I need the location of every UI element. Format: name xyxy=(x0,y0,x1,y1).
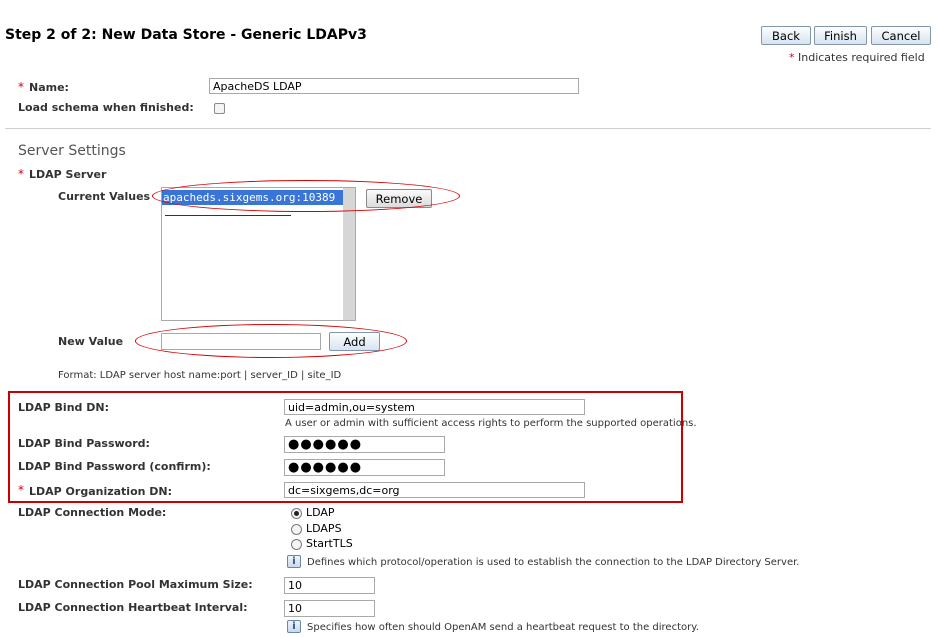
list-separator xyxy=(165,215,291,216)
connection-mode-label: LDAP Connection Mode: xyxy=(18,506,167,519)
info-icon: i xyxy=(287,555,301,568)
current-values-label: Current Values xyxy=(58,190,151,203)
divider xyxy=(5,128,931,129)
radio-starttls-label: StartTLS xyxy=(306,537,353,550)
bind-dn-field[interactable]: uid=admin,ou=system xyxy=(284,399,585,415)
load-schema-label: Load schema when finished: xyxy=(18,101,194,114)
pool-size-field[interactable]: 10 xyxy=(284,577,375,594)
radio-ldaps-label: LDAPS xyxy=(306,522,342,535)
bind-password-field[interactable]: ●●●●●● xyxy=(284,436,445,453)
radio-ldaps[interactable] xyxy=(291,524,302,535)
name-field[interactable]: ApacheDS LDAP xyxy=(209,78,579,94)
bind-password-label: LDAP Bind Password: xyxy=(18,437,150,450)
back-button[interactable]: Back xyxy=(761,26,811,45)
finish-button[interactable]: Finish xyxy=(814,26,867,45)
heartbeat-hint: Specifies how often should OpenAM send a… xyxy=(307,622,699,633)
required-asterisk: * xyxy=(18,483,24,497)
org-dn-field[interactable]: dc=sixgems,dc=org xyxy=(284,482,585,498)
pool-size-label: LDAP Connection Pool Maximum Size: xyxy=(18,578,253,591)
required-asterisk: * xyxy=(789,51,795,64)
heartbeat-interval-field[interactable]: 10 xyxy=(284,600,375,617)
radio-ldap-label: LDAP xyxy=(306,506,335,519)
radio-ldap[interactable] xyxy=(291,508,302,519)
info-icon: i xyxy=(287,620,301,633)
format-hint: Format: LDAP server host name:port | ser… xyxy=(58,370,342,381)
heartbeat-interval-label: LDAP Connection Heartbeat Interval: xyxy=(18,601,248,614)
required-note: * Indicates required field xyxy=(789,51,925,64)
section-title: Server Settings xyxy=(18,143,126,159)
bind-dn-hint: A user or admin with sufficient access r… xyxy=(285,418,697,429)
required-asterisk: * xyxy=(18,80,24,94)
name-label: Name: xyxy=(29,81,69,94)
bind-password-confirm-label: LDAP Bind Password (confirm): xyxy=(18,460,211,473)
annotation-ellipse-current xyxy=(152,180,460,212)
annotation-ellipse-new xyxy=(135,324,407,358)
bind-dn-label: LDAP Bind DN: xyxy=(18,401,109,414)
radio-starttls[interactable] xyxy=(291,539,302,550)
required-note-text: Indicates required field xyxy=(798,51,925,64)
ldap-server-label: LDAP Server xyxy=(29,168,107,181)
org-dn-label: LDAP Organization DN: xyxy=(29,485,173,498)
page-title: Step 2 of 2: New Data Store - Generic LD… xyxy=(5,27,367,43)
new-value-label: New Value xyxy=(58,335,124,348)
connection-mode-hint: Defines which protocol/operation is used… xyxy=(307,557,800,568)
cancel-button[interactable]: Cancel xyxy=(871,26,931,45)
load-schema-checkbox[interactable] xyxy=(214,103,225,114)
bind-password-confirm-field[interactable]: ●●●●●● xyxy=(284,459,445,476)
required-asterisk: * xyxy=(18,167,24,181)
